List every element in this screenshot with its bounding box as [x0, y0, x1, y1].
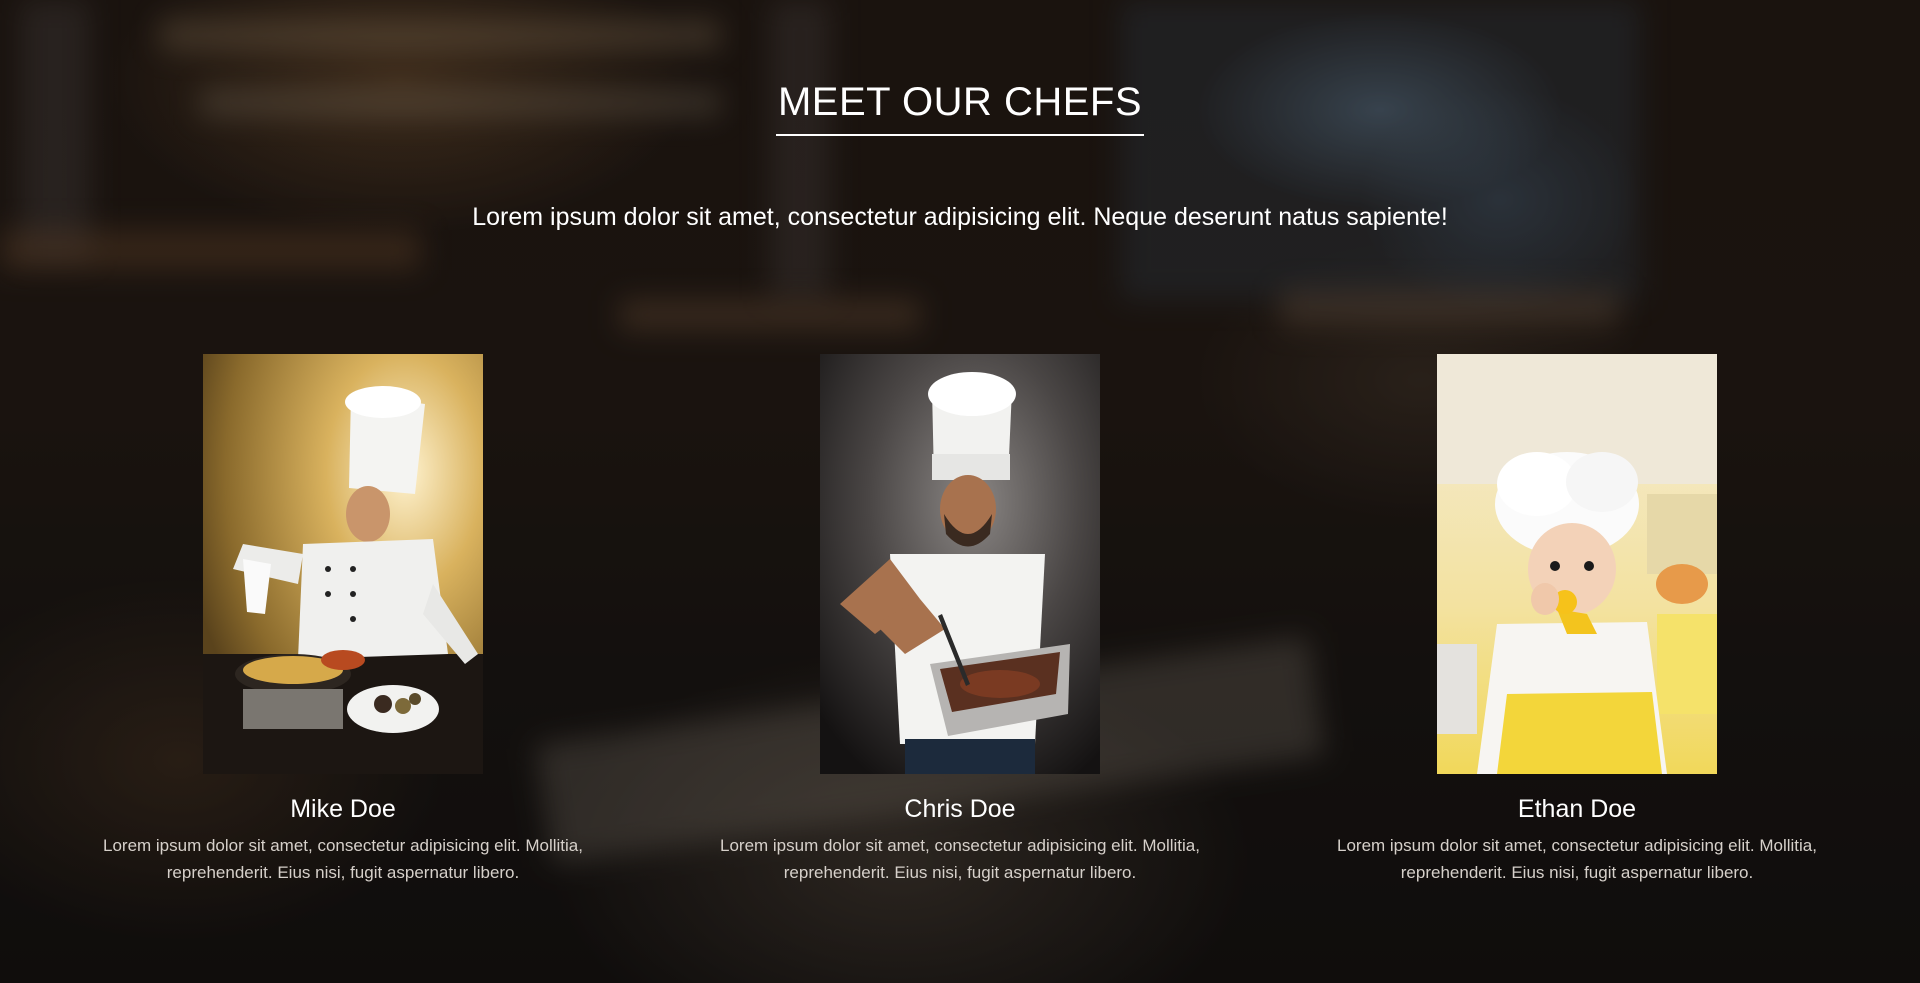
chef-pouring-sauce-photo	[203, 354, 483, 774]
baby-chef-photo	[1437, 354, 1717, 774]
chef-name: Ethan Doe	[1517, 795, 1637, 823]
chef-name: Mike Doe	[290, 795, 396, 823]
chef-carving-meat-photo	[820, 354, 1100, 774]
section-title-text: MEET OUR CHEFS	[775, 78, 1145, 136]
chef-description: Lorem ipsum dolor sit amet, consectetur …	[103, 836, 583, 882]
chef-description: Lorem ipsum dolor sit amet, consectetur …	[1337, 836, 1817, 882]
chef-card: Chris Doe Lorem ipsum dolor sit amet, co…	[680, 354, 1240, 886]
chef-card: Mike Doe Lorem ipsum dolor sit amet, con…	[63, 354, 623, 886]
section-title: MEET OUR CHEFS	[0, 78, 1920, 136]
chef-name: Chris Doe	[904, 795, 1016, 823]
chef-description: Lorem ipsum dolor sit amet, consectetur …	[720, 836, 1200, 882]
chef-card: Ethan Doe Lorem ipsum dolor sit amet, co…	[1297, 354, 1857, 886]
section-subtitle: Lorem ipsum dolor sit amet, consectetur …	[472, 203, 1448, 231]
chefs-section: MEET OUR CHEFS Lorem ipsum dolor sit ame…	[0, 0, 1920, 983]
